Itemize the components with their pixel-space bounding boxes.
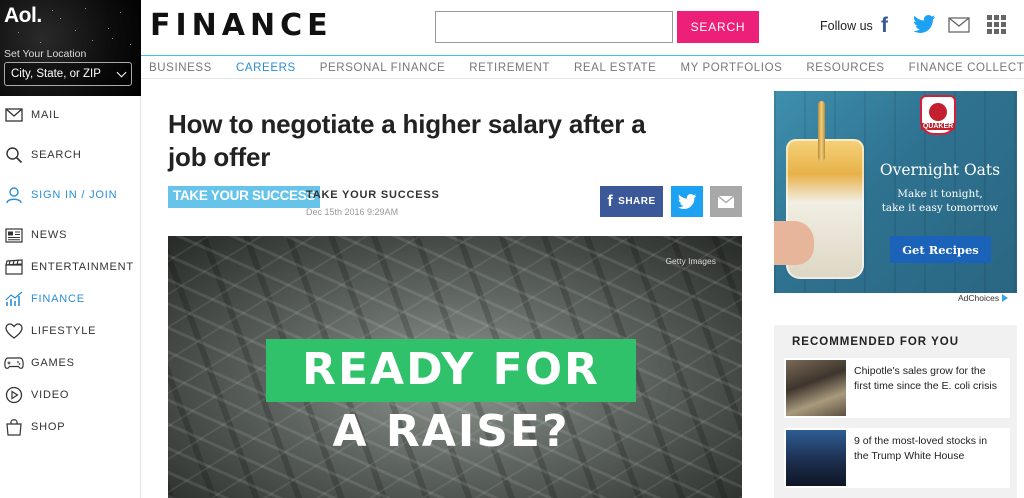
ad-subtitle: Make it tonight, take it easy tomorrow — [870, 187, 1010, 215]
sidebar-item-games[interactable]: GAMES — [0, 347, 141, 379]
recommended-item[interactable]: 9 of the most-loved stocks in the Trump … — [784, 428, 1010, 488]
ad-subtitle-line-2: take it easy tomorrow — [881, 202, 999, 214]
recommended-title: Chipotle's sales grow for the first time… — [854, 365, 997, 392]
article-tag-badge[interactable]: TAKE YOUR SUCCESS — [168, 186, 321, 208]
sidebar-item-sign-in[interactable]: SIGN IN / JOIN — [0, 179, 141, 211]
sidebar-item-label: SIGN IN / JOIN — [31, 189, 118, 201]
email-share-button[interactable] — [710, 186, 742, 217]
sidebar-item-label: SEARCH — [31, 149, 82, 161]
recommended-thumbnail — [786, 360, 846, 416]
quaker-face-icon — [929, 103, 947, 121]
sidebar-nav: MAIL SEARCH SIGN IN / JOIN NEWS ENTERTAI… — [0, 99, 141, 443]
sidebar-item-label: ENTERTAINMENT — [31, 261, 134, 273]
mail-icon — [4, 105, 24, 125]
sidebar-item-label: MAIL — [31, 109, 60, 121]
sidebar-item-label: VIDEO — [31, 389, 70, 401]
mail-icon — [718, 195, 734, 208]
aol-logo[interactable]: Aol. — [4, 4, 42, 28]
share-label: SHARE — [618, 196, 656, 207]
get-recipes-button[interactable]: Get Recipes — [890, 236, 991, 263]
search-icon — [4, 145, 24, 165]
facebook-icon: f — [607, 192, 614, 210]
site-header: FINANCE SEARCH Follow us f — [141, 0, 1024, 56]
article-hero-image: Getty Images READY FOR A RAISE? — [168, 236, 742, 498]
quaker-logo-text: QUAKER — [920, 123, 956, 130]
article-source[interactable]: TAKE YOUR SUCCESS — [306, 189, 440, 201]
section-nav: BUSINESS CAREERS PERSONAL FINANCE RETIRE… — [141, 57, 1024, 79]
apps-grid-icon[interactable] — [987, 15, 1006, 34]
play-icon — [4, 385, 24, 405]
subnav-business[interactable]: BUSINESS — [149, 62, 212, 74]
sidebar-item-label: SHOP — [31, 421, 66, 433]
follow-us-label: Follow us — [820, 19, 873, 33]
twitter-icon[interactable] — [913, 15, 936, 38]
image-credit: Getty Images — [665, 256, 716, 266]
ad-title: Overnight Oats — [879, 161, 1001, 179]
hand-image — [774, 221, 814, 265]
subnav-retirement[interactable]: RETIREMENT — [469, 62, 550, 74]
quaker-logo: QUAKER — [920, 95, 956, 135]
search-input[interactable] — [435, 11, 673, 43]
location-label: Set Your Location — [4, 48, 87, 60]
sidebar-item-lifestyle[interactable]: LIFESTYLE — [0, 315, 141, 347]
hero-text-line-1: READY FOR — [302, 344, 600, 395]
search-button[interactable]: SEARCH — [677, 11, 759, 43]
ad-subtitle-line-1: Make it tonight, — [897, 188, 983, 200]
subnav-careers[interactable]: CAREERS — [236, 62, 296, 74]
twitter-icon — [678, 194, 696, 209]
adchoices-link[interactable]: AdChoices — [958, 293, 1009, 303]
sidebar-item-finance[interactable]: FINANCE — [0, 283, 141, 315]
facebook-icon[interactable]: f — [881, 14, 888, 38]
newspaper-icon — [4, 225, 24, 245]
sidebar-item-search[interactable]: SEARCH — [0, 139, 141, 171]
gamepad-icon — [4, 353, 24, 373]
subnav-finance-collective[interactable]: FINANCE COLLECTIVE — [909, 62, 1024, 74]
brand-box: Aol. Set Your Location City, State, or Z… — [0, 0, 141, 96]
sidebar-item-label: LIFESTYLE — [31, 325, 97, 337]
recommended-panel: RECOMMENDED FOR YOU Chipotle's sales gro… — [774, 325, 1017, 498]
left-sidebar: Aol. Set Your Location City, State, or Z… — [0, 0, 141, 498]
article-headline: How to negotiate a higher salary after a… — [168, 109, 646, 172]
article-date: Dec 15th 2016 9:29AM — [306, 207, 399, 217]
advertisement-banner[interactable]: QUAKER Overnight Oats Make it tonight, t… — [774, 91, 1017, 293]
email-icon[interactable] — [948, 17, 970, 38]
sidebar-item-mail[interactable]: MAIL — [0, 99, 141, 131]
adchoices-icon — [1002, 294, 1009, 302]
spoon-image — [818, 101, 825, 161]
location-select-value: City, State, or ZIP — [11, 68, 101, 80]
chevron-down-icon — [116, 67, 127, 77]
sidebar-item-news[interactable]: NEWS — [0, 219, 141, 251]
location-select[interactable]: City, State, or ZIP — [4, 62, 132, 86]
subnav-my-portfolios[interactable]: MY PORTFOLIOS — [680, 62, 782, 74]
sidebar-item-video[interactable]: VIDEO — [0, 379, 141, 411]
recommended-heading: RECOMMENDED FOR YOU — [792, 336, 960, 348]
sidebar-item-label: NEWS — [31, 229, 68, 241]
sidebar-item-shop[interactable]: SHOP — [0, 411, 141, 443]
clapperboard-icon — [4, 257, 24, 277]
facebook-share-button[interactable]: f SHARE — [600, 186, 663, 217]
user-icon — [4, 185, 24, 205]
subnav-personal-finance[interactable]: PERSONAL FINANCE — [320, 62, 445, 74]
subnav-real-estate[interactable]: REAL ESTATE — [574, 62, 656, 74]
finance-logo[interactable]: FINANCE — [150, 8, 333, 43]
sidebar-item-entertainment[interactable]: ENTERTAINMENT — [0, 251, 141, 283]
recommended-item[interactable]: Chipotle's sales grow for the first time… — [784, 358, 1010, 418]
twitter-share-button[interactable] — [671, 186, 703, 217]
hero-text-line-2: A RAISE? — [332, 406, 570, 457]
sidebar-item-label: GAMES — [31, 357, 75, 369]
adchoices-label: AdChoices — [958, 293, 1000, 303]
subnav-resources[interactable]: RESOURCES — [806, 62, 884, 74]
chart-icon — [4, 289, 24, 309]
heart-icon — [4, 321, 24, 341]
sidebar-item-label: FINANCE — [31, 293, 85, 305]
recommended-title: 9 of the most-loved stocks in the Trump … — [854, 435, 988, 462]
recommended-thumbnail — [786, 430, 846, 486]
shopping-bag-icon — [4, 417, 24, 437]
